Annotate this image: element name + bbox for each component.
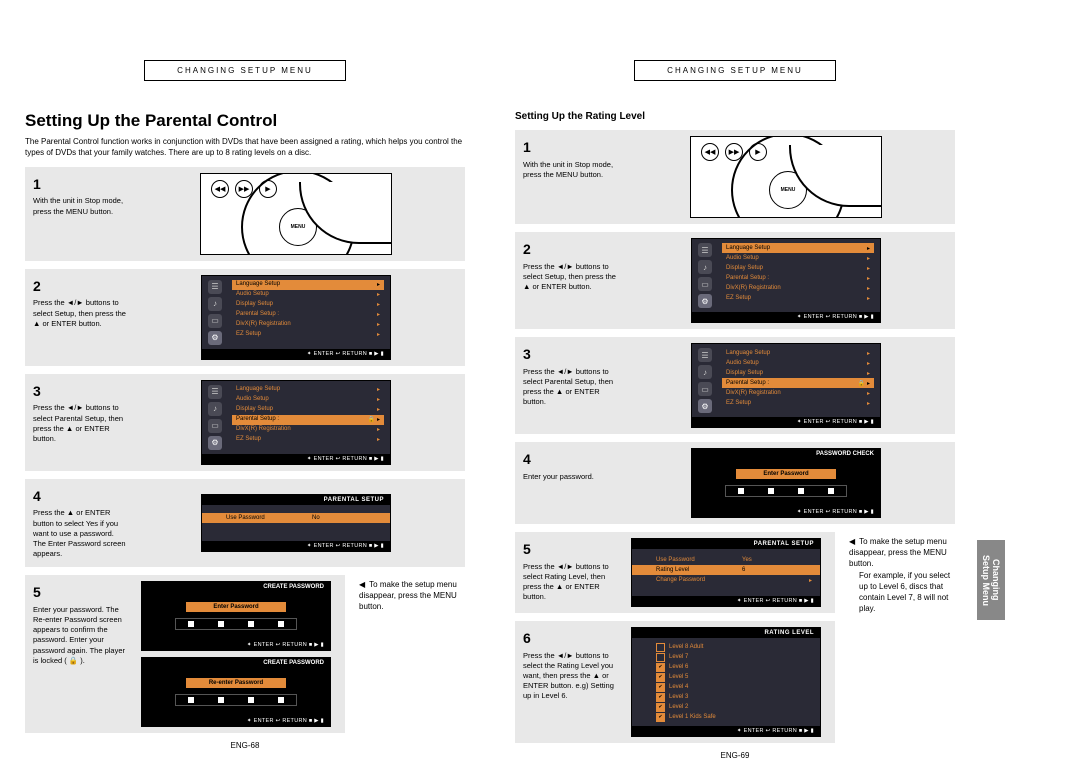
osd-rating-level: RATING LEVEL Level 8 Adult Level 7 ✔Leve… — [631, 627, 821, 737]
page-right: CHANGING SETUP MENU Setting Up the Ratin… — [490, 60, 980, 760]
step-5-text: Enter your password. The Re-enter Passwo… — [33, 605, 125, 665]
page-left: CHANGING SETUP MENU Setting Up the Paren… — [0, 60, 490, 760]
r-step-2: 2 Press the ◄/► buttons to select Setup,… — [515, 232, 955, 329]
osd-parental-setup: PARENTAL SETUP Use PasswordNo ✦ ENTER ↩ … — [201, 494, 391, 552]
remote-illustration-r: ◀◀▶▶▶ MENU — [690, 136, 882, 218]
note-right-a: To make the setup menu disappear, press … — [845, 536, 955, 570]
osd-reenter-password: CREATE PASSWORD Re-enter Password ✦ ENTE… — [141, 657, 331, 727]
page-number-right: ENG-69 — [515, 751, 955, 760]
step-5: 5 Enter your password. The Re-enter Pass… — [25, 575, 345, 733]
remote-illustration: ◀◀▶▶▶ MENU — [200, 173, 392, 255]
page-number-left: ENG-68 — [25, 741, 465, 750]
step-4-text: Press the ▲ or ENTER button to select Ye… — [33, 508, 126, 558]
note-right-b: For example, if you select up to Level 6… — [845, 570, 955, 615]
r-step-6: 6 Press the ◄/► buttons to select the Ra… — [515, 621, 835, 743]
osd-setup-menu: ☰♪▭ ⚙ Language Setup▸ Audio Setup▸ Displ… — [201, 275, 391, 360]
subtitle-right: Setting Up the Rating Level — [515, 111, 955, 122]
r-step-5: 5 Press the ◄/► buttons to select Rating… — [515, 532, 835, 613]
step-2: 2 Press the ◄/► buttons to select Setup,… — [25, 269, 465, 366]
page-title: Setting Up the Parental Control — [25, 111, 465, 131]
header-left: CHANGING SETUP MENU — [144, 60, 346, 81]
step-3-text: Press the ◄/► buttons to select Parental… — [33, 403, 123, 442]
header-right: CHANGING SETUP MENU — [634, 60, 836, 81]
step-4: 4 Press the ▲ or ENTER button to select … — [25, 479, 465, 568]
r-step-3: 3 Press the ◄/► buttons to select Parent… — [515, 337, 955, 434]
r-step-1: 1 With the unit in Stop mode, press the … — [515, 130, 955, 224]
intro-text: The Parental Control function works in c… — [25, 137, 465, 159]
osd-create-password: CREATE PASSWORD Enter Password ✦ ENTER ↩… — [141, 581, 331, 651]
osd-password-check: PASSWORD CHECK Enter Password ✦ ENTER ↩ … — [691, 448, 881, 518]
step-1: 1 With the unit in Stop mode, press the … — [25, 167, 465, 261]
r-step-4: 4 Enter your password. PASSWORD CHECK En… — [515, 442, 955, 524]
side-tab: Changing Setup Menu — [977, 540, 1005, 620]
step-3: 3 Press the ◄/► buttons to select Parent… — [25, 374, 465, 471]
osd-parental-highlight: ☰♪▭ ⚙ Language Setup▸ Audio Setup▸ Displ… — [201, 380, 391, 465]
note-left: To make the setup menu disappear, press … — [355, 579, 465, 613]
step-2-text: Press the ◄/► buttons to select Setup, t… — [33, 298, 126, 327]
step-1-text: With the unit in Stop mode, press the ME… — [33, 196, 123, 215]
